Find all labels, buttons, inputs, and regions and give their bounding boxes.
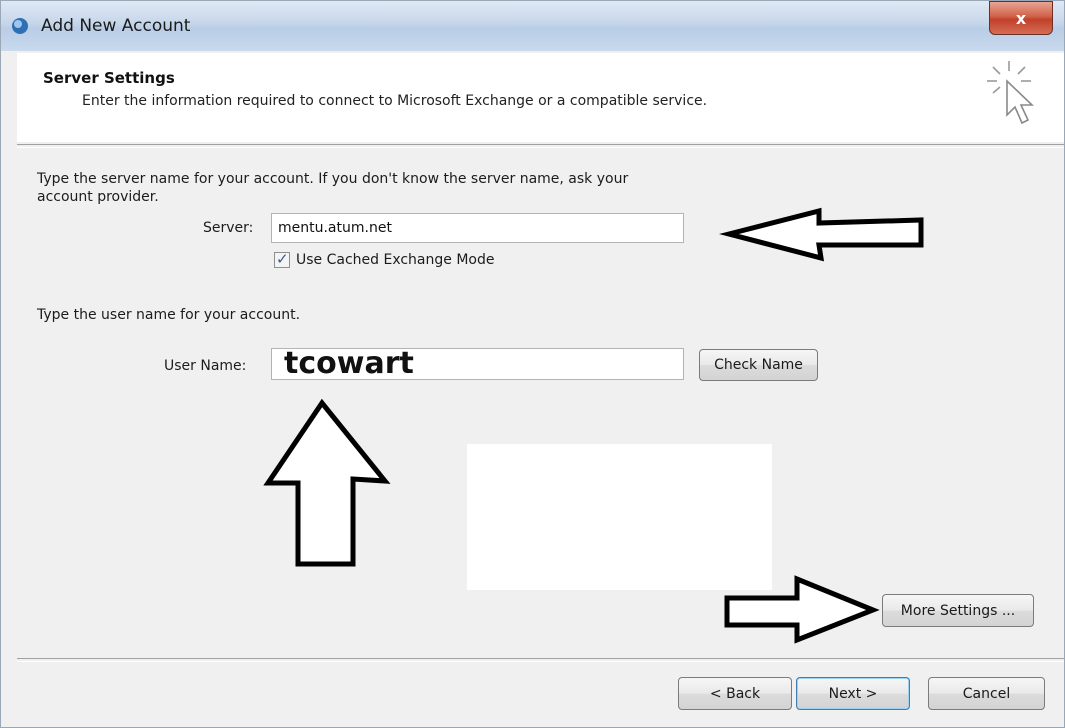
annotation-layer [263, 207, 924, 644]
arrow-right-annotation [724, 575, 880, 644]
add-account-dialog: Add New Account x Server Settings Enter … [0, 0, 1065, 728]
arrow-left-annotation [719, 207, 924, 262]
arrow-up-annotation [263, 398, 391, 567]
